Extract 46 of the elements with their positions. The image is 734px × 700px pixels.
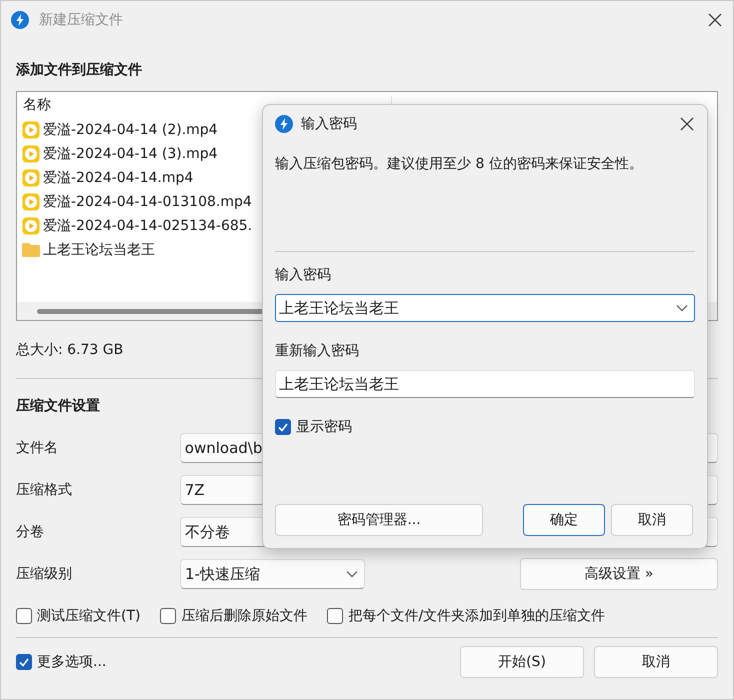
field-label: 压缩级别 (16, 565, 73, 583)
file-name[interactable]: 爱溢-2024-04-14 (2).mp4 (43, 121, 218, 139)
section-heading: 压缩文件设置 (16, 397, 100, 415)
show-password-checkbox[interactable]: 显示密码 (275, 418, 352, 436)
password-manager-button[interactable]: 密码管理器... (275, 504, 483, 536)
chevron-down-icon[interactable] (676, 304, 688, 312)
play-file-icon (22, 217, 40, 235)
dialog-title: 输入密码 (301, 115, 358, 133)
option-checkbox[interactable]: 测试压缩文件(T) (16, 607, 140, 625)
field-label: 文件名 (16, 439, 59, 457)
total-size-label: 总大小: 6.73 GB (16, 340, 124, 358)
password-combobox[interactable]: 上老王论坛当老王 (275, 294, 695, 322)
cancel-button[interactable]: 取消 (594, 646, 718, 678)
field-label: 重新输入密码 (275, 342, 360, 360)
section-heading: 添加文件到压缩文件 (16, 61, 142, 79)
play-file-icon (22, 121, 40, 139)
folder-icon (22, 242, 40, 258)
ok-button[interactable]: 确定 (523, 504, 605, 536)
field-label: 分卷 (16, 523, 45, 541)
file-name[interactable]: 上老王论坛当老王 (43, 241, 155, 259)
close-icon[interactable] (679, 116, 695, 132)
file-name[interactable]: 爱溢-2024-04-14 (3).mp4 (43, 145, 218, 163)
chevron-down-icon[interactable] (346, 570, 358, 578)
file-name[interactable]: 爱溢-2024-04-14.mp4 (43, 169, 194, 187)
file-name[interactable]: 爱溢-2024-04-14-025134-685. (43, 217, 252, 235)
option-checkbox[interactable]: 压缩后删除原始文件 (160, 607, 308, 625)
dialog-description: 输入压缩包密码。建议使用至少 8 位的密码来保证安全性。 (275, 155, 644, 174)
checkmark-icon (18, 656, 30, 668)
field-label: 输入密码 (275, 266, 332, 284)
field-label: 压缩格式 (16, 481, 73, 499)
password-input[interactable]: 上老王论坛当老王 (275, 370, 695, 398)
advanced-settings-button[interactable]: 高级设置 » (520, 558, 718, 590)
app-logo-icon (275, 115, 293, 133)
window-title: 新建压缩文件 (39, 11, 124, 29)
option-checkbox[interactable]: 把每个文件/文件夹添加到单独的压缩文件 (327, 607, 606, 625)
file-name[interactable]: 爱溢-2024-04-14-013108.mp4 (43, 193, 252, 211)
more-options-checkbox[interactable]: 更多选项... (16, 653, 106, 671)
checkmark-icon (277, 421, 289, 433)
start-button[interactable]: 开始(S) (460, 646, 584, 678)
cancel-button[interactable]: 取消 (611, 504, 693, 536)
close-icon[interactable] (707, 12, 723, 28)
app-logo-icon (11, 11, 29, 29)
play-file-icon (22, 169, 40, 187)
play-file-icon (22, 193, 40, 211)
play-file-icon (22, 145, 40, 163)
dropdown[interactable]: 1-快速压缩 (180, 559, 365, 589)
